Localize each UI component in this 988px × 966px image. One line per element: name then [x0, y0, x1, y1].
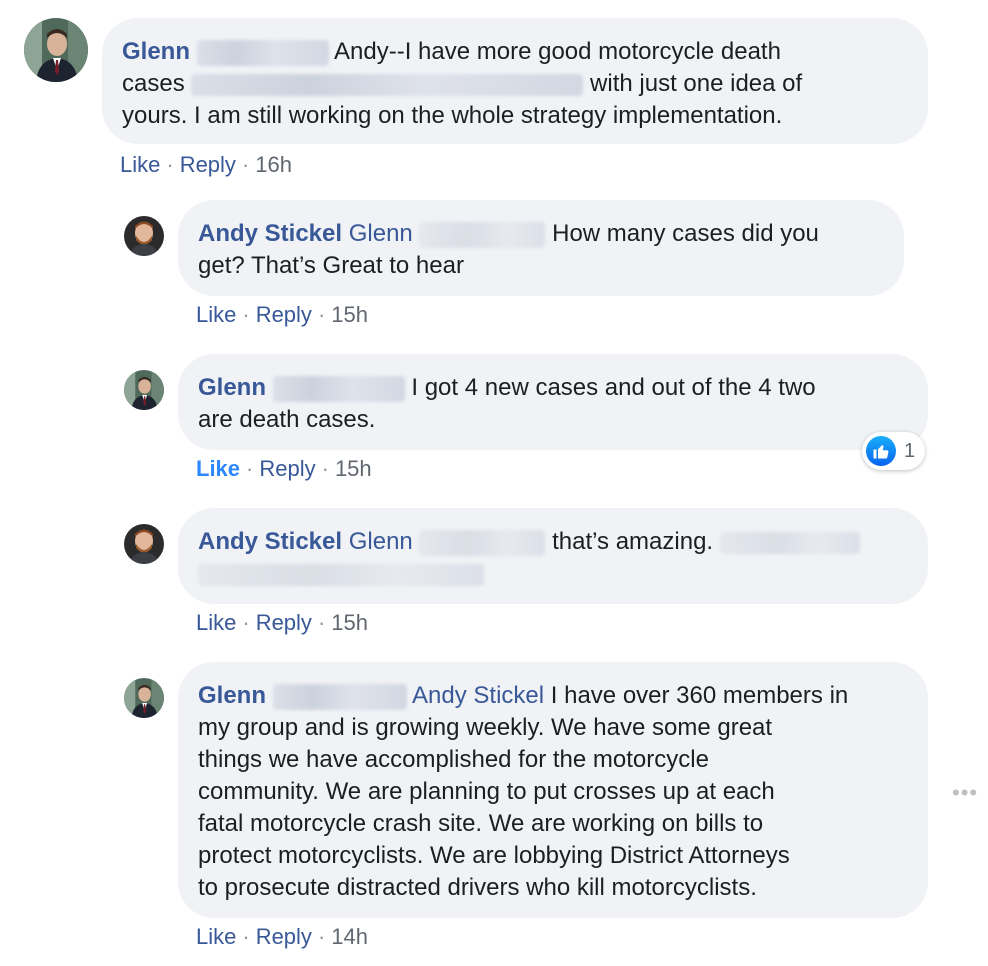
- avatar-andy-stickel[interactable]: [124, 524, 164, 564]
- reply-link[interactable]: Reply: [256, 924, 312, 949]
- mention-link[interactable]: Andy Stickel: [412, 682, 544, 709]
- comment-text: cases: [122, 70, 185, 97]
- comment-text: things we have accomplished for the moto…: [198, 746, 709, 773]
- redacted-text: [419, 221, 546, 248]
- comment-text: How many cases did you: [552, 220, 819, 247]
- comment-text: I have over 360 members in: [550, 682, 849, 709]
- reply-link[interactable]: Reply: [180, 152, 236, 177]
- avatar-andy-stickel[interactable]: [124, 216, 164, 256]
- comment-text: I got 4 new cases and out of the 4 two: [411, 374, 816, 401]
- reaction-count: 1: [904, 439, 916, 462]
- comment-text: get? That’s Great to hear: [198, 252, 464, 279]
- comment-actions: Like · Reply · 15h: [196, 610, 368, 635]
- comment-author[interactable]: Glenn: [198, 374, 266, 401]
- reply-link[interactable]: Reply: [256, 610, 312, 635]
- avatar-glenn[interactable]: [124, 370, 164, 410]
- redacted-text: [719, 531, 860, 554]
- comment-text: yours. I am still working on the whole s…: [122, 102, 783, 129]
- comment-text: that’s amazing.: [552, 528, 714, 555]
- reaction-badge[interactable]: 1: [862, 432, 926, 470]
- comment-text: to prosecute distracted drivers who kill…: [198, 874, 757, 901]
- comment-text: fatal motorcycle crash site. We are work…: [198, 810, 764, 837]
- like-link[interactable]: Like: [196, 302, 236, 327]
- more-options-icon[interactable]: •••: [952, 780, 978, 806]
- mention-link[interactable]: Glenn: [349, 528, 413, 555]
- reply-bubble: Andy Stickel Glenn that’s amazing.: [178, 508, 928, 604]
- thumbs-up-icon: [866, 436, 896, 466]
- comment-actions: Like · Reply · 14h: [196, 924, 368, 949]
- redacted-text: [419, 529, 546, 556]
- comment-text: community. We are planning to put crosse…: [198, 778, 775, 805]
- comment-text: with just one idea of: [590, 70, 803, 97]
- redacted-text: [272, 683, 407, 710]
- comment-actions: Like · Reply · 15h: [196, 456, 372, 481]
- timestamp[interactable]: 15h: [335, 456, 372, 481]
- redacted-text: [272, 375, 405, 402]
- redacted-text: [191, 73, 584, 96]
- like-link[interactable]: Like: [196, 456, 240, 481]
- like-link[interactable]: Like: [196, 924, 236, 949]
- comment-author[interactable]: Andy Stickel: [198, 528, 342, 555]
- avatar-glenn[interactable]: [124, 678, 164, 718]
- avatar-glenn[interactable]: [24, 18, 88, 82]
- comment-text: my group and is growing weekly. We have …: [198, 714, 773, 741]
- comment-bubble: Glenn Andy--I have more good motorcycle …: [102, 18, 928, 144]
- comment-text: are death cases.: [198, 406, 376, 433]
- comment-text: Andy--I have more good motorcycle death: [334, 38, 781, 65]
- timestamp[interactable]: 14h: [331, 924, 368, 949]
- reply-link[interactable]: Reply: [259, 456, 315, 481]
- timestamp[interactable]: 15h: [331, 610, 368, 635]
- redacted-text: [196, 39, 329, 66]
- comment-author[interactable]: Glenn: [198, 682, 266, 709]
- timestamp[interactable]: 16h: [255, 152, 292, 177]
- comment-text: protect motorcyclists. We are lobbying D…: [198, 842, 790, 869]
- comment-author[interactable]: Glenn: [122, 38, 190, 65]
- like-link[interactable]: Like: [120, 152, 160, 177]
- reply-bubble: Glenn Andy Stickel I have over 360 membe…: [178, 662, 928, 918]
- redacted-text: [198, 563, 484, 586]
- comment-author[interactable]: Andy Stickel: [198, 220, 342, 247]
- comment-actions: Like · Reply · 15h: [196, 302, 368, 327]
- comment-actions: Like · Reply · 16h: [120, 152, 292, 177]
- reply-bubble: Glenn I got 4 new cases and out of the 4…: [178, 354, 928, 450]
- reply-link[interactable]: Reply: [256, 302, 312, 327]
- timestamp[interactable]: 15h: [331, 302, 368, 327]
- mention-link[interactable]: Glenn: [349, 220, 413, 247]
- reply-bubble: Andy Stickel Glenn How many cases did yo…: [178, 200, 904, 296]
- like-link[interactable]: Like: [196, 610, 236, 635]
